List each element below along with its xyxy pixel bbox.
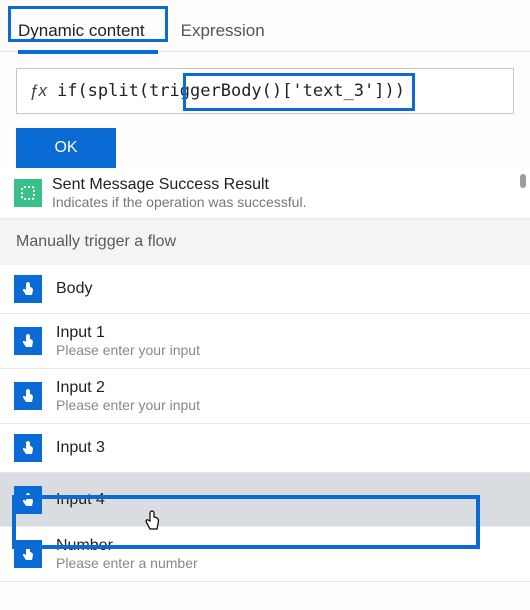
tab-expression[interactable]: Expression xyxy=(177,9,269,51)
item-desc: Please enter a number xyxy=(56,555,198,571)
service-result-desc: Indicates if the operation was successfu… xyxy=(52,194,306,210)
list-item-body[interactable]: Body xyxy=(0,265,530,314)
pointer-icon xyxy=(14,540,42,568)
item-label: Number xyxy=(56,537,198,555)
expression-input[interactable]: ƒx if(split(triggerBody()['text_3'])) xyxy=(16,68,514,114)
service-result-title: Sent Message Success Result xyxy=(52,176,306,194)
pointer-icon xyxy=(14,382,42,410)
group-header: Manually trigger a flow xyxy=(0,219,530,265)
list-item-number[interactable]: Number Please enter a number xyxy=(0,527,530,582)
pointer-icon xyxy=(14,275,42,303)
fx-icon: ƒx xyxy=(29,81,47,101)
pointer-icon xyxy=(14,327,42,355)
slack-icon xyxy=(14,179,42,207)
item-label: Input 2 xyxy=(56,379,200,397)
list-item-input2[interactable]: Input 2 Please enter your input xyxy=(0,369,530,424)
tabs: Dynamic content Expression xyxy=(0,0,530,52)
tab-dynamic-content[interactable]: Dynamic content xyxy=(14,9,149,51)
list-item-input3[interactable]: Input 3 xyxy=(0,424,530,473)
expression-panel: Dynamic content Expression ƒx if(split(t… xyxy=(0,0,530,610)
scrollbar[interactable] xyxy=(520,174,526,188)
item-desc: Please enter your input xyxy=(56,397,200,413)
service-result-row[interactable]: Sent Message Success Result Indicates if… xyxy=(0,168,530,219)
expression-text: if(split(triggerBody()['text_3'])) xyxy=(57,81,405,101)
expression-area: ƒx if(split(triggerBody()['text_3'])) OK xyxy=(0,52,530,168)
item-label: Input 4 xyxy=(56,491,105,509)
item-label: Body xyxy=(56,280,92,298)
item-label: Input 1 xyxy=(56,324,200,342)
item-label: Input 3 xyxy=(56,439,105,457)
list-item-input1[interactable]: Input 1 Please enter your input xyxy=(0,314,530,369)
ok-button[interactable]: OK xyxy=(16,128,116,168)
pointer-icon xyxy=(14,434,42,462)
pointer-icon xyxy=(14,486,42,514)
item-desc: Please enter your input xyxy=(56,342,200,358)
dynamic-content-list: Sent Message Success Result Indicates if… xyxy=(0,168,530,582)
list-item-input4[interactable]: Input 4 xyxy=(0,473,530,527)
